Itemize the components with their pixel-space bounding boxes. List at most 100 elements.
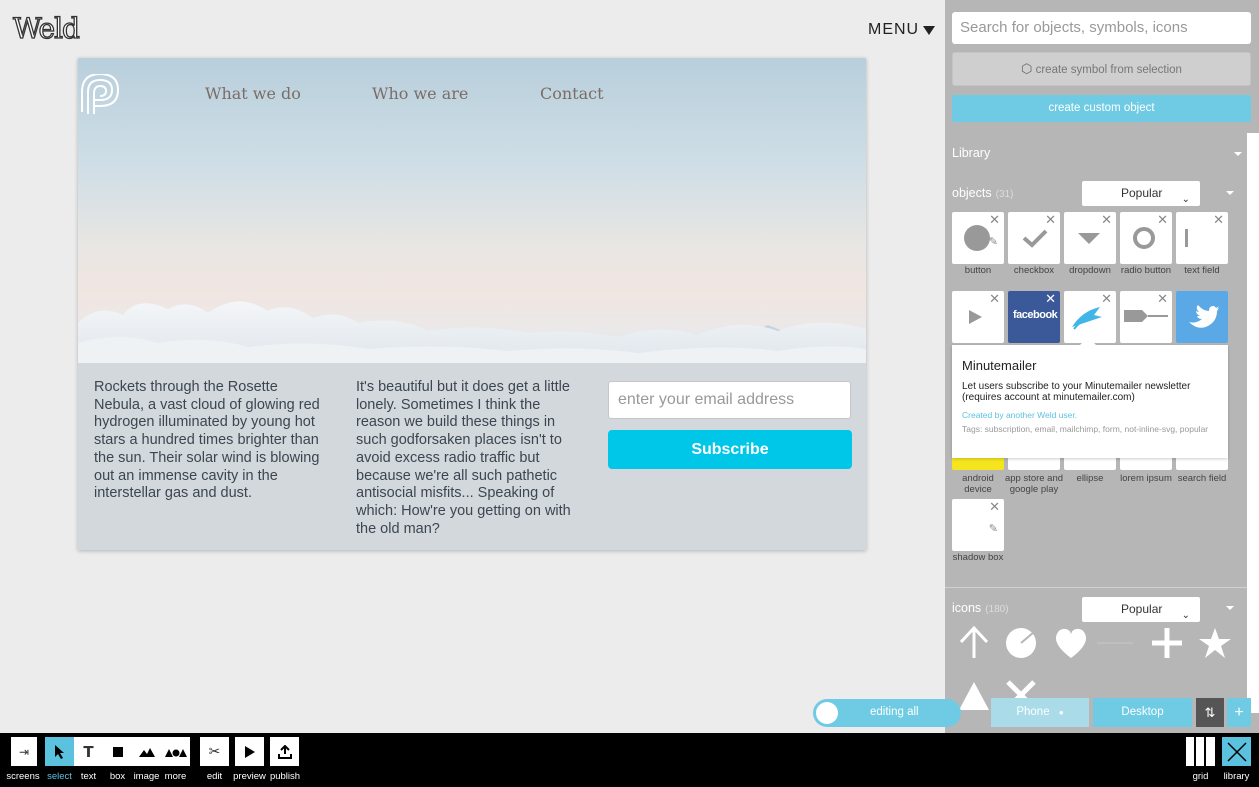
upload-icon — [277, 744, 292, 759]
close-icon[interactable]: ✕ — [1157, 292, 1168, 306]
menu-button[interactable]: MENU — [868, 21, 936, 39]
line-icon[interactable] — [1095, 626, 1135, 660]
object-tile-minutemailer[interactable]: ✕ — [1064, 291, 1116, 343]
objects-sort-select[interactable]: Popular ⌄ — [1082, 181, 1200, 206]
chevron-down-icon: ⌄ — [1181, 194, 1190, 205]
edit-icon[interactable]: ✎ — [989, 522, 998, 535]
star-icon[interactable] — [1198, 626, 1232, 660]
icons-collapse-icon[interactable] — [1226, 606, 1234, 610]
more-tool-button[interactable] — [161, 737, 190, 766]
objects-count: (31) — [995, 189, 1014, 200]
close-icon[interactable]: ✕ — [1045, 213, 1056, 227]
shapes-icon — [164, 748, 187, 757]
object-tile-checkbox[interactable]: ✕ — [1008, 212, 1060, 264]
object-tile-shadow-box[interactable]: ✕ ✎ — [952, 499, 1004, 551]
publish-button[interactable] — [270, 737, 299, 766]
grid-button[interactable] — [1186, 737, 1215, 766]
device-desktop-button[interactable]: Desktop — [1093, 698, 1192, 727]
object-tile-video[interactable]: ✕ — [952, 291, 1004, 343]
weld-logo[interactable]: Weld — [12, 11, 80, 45]
close-icon[interactable]: ✕ — [989, 500, 1000, 514]
box-tool-button[interactable] — [103, 737, 132, 766]
select-tool-button[interactable] — [45, 737, 74, 766]
object-tooltip: Minutemailer Let users subscribe to your… — [952, 337, 1228, 458]
image-tool-button[interactable] — [132, 737, 161, 766]
nav-link-what-we-do[interactable]: What we do — [205, 84, 301, 103]
library-search-input[interactable]: Search for objects, symbols, icons — [952, 12, 1251, 44]
edit-button[interactable]: ✂ — [200, 737, 229, 766]
subscribe-button[interactable]: Subscribe — [608, 430, 852, 469]
email-input[interactable]: enter your email address — [608, 381, 851, 419]
object-tile-facebook[interactable]: ✕ facebook — [1008, 291, 1060, 343]
close-icon[interactable]: ✕ — [989, 213, 1000, 227]
toggle-knob[interactable] — [816, 702, 838, 724]
library-panel: Search for objects, symbols, icons ⬡ cre… — [945, 0, 1259, 733]
edit-icon[interactable]: ✎ — [989, 235, 998, 248]
close-x-icon — [1226, 741, 1247, 762]
editing-all-toggle[interactable]: editing all — [813, 699, 961, 727]
play-icon — [244, 745, 255, 758]
create-custom-object-button[interactable]: create custom object — [952, 95, 1251, 122]
nav-link-who-we-are[interactable]: Who we are — [372, 84, 468, 103]
icons-sort-value: Popular — [1121, 602, 1163, 616]
heart-icon[interactable] — [1053, 626, 1089, 660]
library-collapse-icon[interactable] — [1234, 152, 1242, 156]
image-label: image — [133, 771, 160, 782]
preview-button[interactable] — [235, 737, 264, 766]
body-paragraph-1[interactable]: Rockets through the Rosette Nebula, a va… — [94, 379, 326, 503]
tooltip-tags: Tags: subscription, email, mailchimp, fo… — [962, 424, 1209, 434]
panel-scrollbar[interactable] — [1247, 133, 1259, 713]
circle-arrow-icon[interactable] — [1004, 626, 1038, 660]
close-icon[interactable]: ✕ — [1101, 292, 1112, 306]
body-paragraph-2[interactable]: It's beautiful but it does get a little … — [356, 379, 588, 538]
device-phone-button[interactable]: Phone ● — [991, 698, 1089, 727]
library-button[interactable] — [1222, 737, 1251, 766]
design-canvas[interactable]: What we do Who we are Contact Rockets th… — [78, 58, 866, 550]
cube-icon: ⬡ — [1021, 61, 1033, 76]
grid-label: grid — [1192, 771, 1209, 782]
chevron-down-icon: ⌄ — [1181, 610, 1190, 621]
bottom-toolbar: ⇥ screens select T text box image more ✂… — [0, 733, 1259, 787]
create-symbol-button[interactable]: ⬡ create symbol from selection — [952, 52, 1251, 86]
section-divider — [945, 587, 1247, 588]
caret-down-icon — [923, 25, 936, 35]
clouds-mountains-image — [78, 301, 866, 363]
library-heading[interactable]: Library — [952, 146, 990, 160]
close-icon[interactable]: ✕ — [1045, 292, 1056, 306]
close-icon[interactable]: ✕ — [1213, 213, 1224, 227]
tile-label: shadow box — [952, 552, 1004, 563]
dot-icon: ● — [1058, 708, 1064, 717]
close-icon[interactable]: ✕ — [1157, 213, 1168, 227]
icons-sort-select[interactable]: Popular ⌄ — [1082, 597, 1200, 622]
icons-heading: icons (180) — [952, 601, 1009, 615]
tile-label: ellipse — [1076, 473, 1104, 484]
objects-sort-value: Popular — [1121, 186, 1163, 200]
objects-label: objects — [952, 186, 992, 200]
swap-device-button[interactable]: ⇅ — [1196, 698, 1224, 727]
close-icon[interactable]: ✕ — [1101, 213, 1112, 227]
add-device-button[interactable]: + — [1227, 698, 1251, 727]
screens-button[interactable]: ⇥ — [8, 737, 37, 766]
objects-collapse-icon[interactable] — [1226, 191, 1234, 195]
hero-image[interactable]: What we do Who we are Contact — [78, 58, 866, 363]
triangle-icon[interactable] — [957, 678, 991, 712]
object-tile-slider[interactable]: ✕ — [1120, 291, 1172, 343]
object-tile-text-field[interactable]: ✕ — [1176, 212, 1228, 264]
object-tile-dropdown[interactable]: ✕ — [1064, 212, 1116, 264]
nav-link-contact[interactable]: Contact — [540, 84, 604, 103]
close-icon[interactable]: ✕ — [989, 292, 1000, 306]
text-tool-button[interactable]: T — [74, 737, 103, 766]
plus-icon[interactable] — [1150, 626, 1184, 660]
object-tile-twitter[interactable] — [1176, 291, 1228, 343]
create-symbol-label: create symbol from selection — [1035, 64, 1182, 76]
mountain-icon — [138, 747, 155, 757]
tile-label: app store and google play — [1004, 473, 1064, 495]
object-tile-radio-button[interactable]: ✕ — [1120, 212, 1172, 264]
object-tile-button[interactable]: ✕ ✎ — [952, 212, 1004, 264]
objects-heading: objects (31) — [952, 186, 1013, 200]
box-icon — [112, 746, 123, 757]
site-logo-icon[interactable] — [78, 74, 122, 118]
arrow-up-icon[interactable] — [957, 626, 991, 660]
publish-label: publish — [269, 771, 301, 782]
icons-count: (180) — [985, 604, 1009, 615]
